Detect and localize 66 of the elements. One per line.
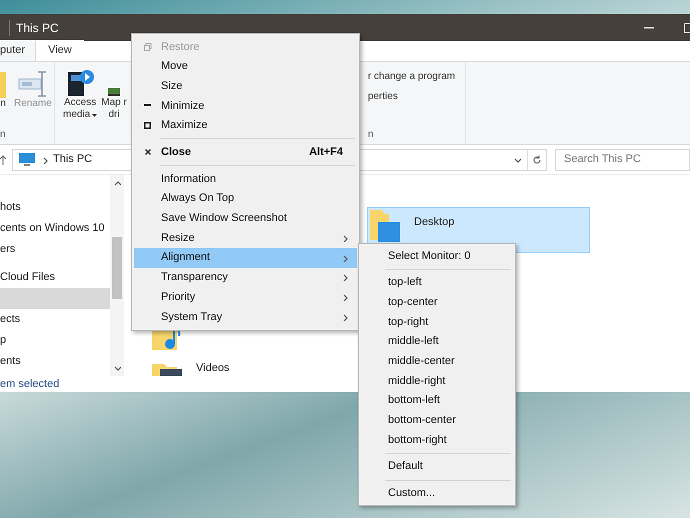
scrollbar[interactable] [110,175,124,376]
ribbon-tab[interactable]: puter [0,40,36,61]
scroll-up-icon [113,179,121,187]
menu-item[interactable]: System Tray [134,306,357,327]
menu-item[interactable]: Custom... [359,484,515,504]
rename-icon [18,70,48,98]
restore-icon [144,42,152,51]
menu-item[interactable]: Information [134,169,357,189]
maximize-icon [144,122,151,130]
status-text: em selected [0,376,60,392]
menu-item[interactable]: top-right [359,312,515,332]
menu-item[interactable]: bottom-left [359,390,515,410]
menu-item[interactable]: Alignment [134,248,357,268]
folder-tile[interactable]: Videos [150,362,270,377]
nav-item[interactable]: hots [0,197,110,218]
nav-item[interactable]: cents on Windows 10 [0,218,110,239]
close-icon [144,149,150,156]
menu-item[interactable]: middle-left [359,332,515,352]
menu-item[interactable]: middle-right [359,371,515,391]
menu-item[interactable]: bottom-right [359,430,515,450]
nav-item[interactable]: p [0,330,110,351]
refresh-icon[interactable] [532,154,542,164]
minimize-icon[interactable] [644,26,654,28]
ribbon-link[interactable]: r change a program [368,70,456,84]
menu-item[interactable]: Priority [134,287,357,307]
menu-item[interactable]: Always On Top [134,188,357,208]
menu-item[interactable]: Minimize [134,96,357,116]
ribbon-button[interactable]: Access media [63,67,98,121]
scroll-down-icon [113,364,121,372]
ribbon-button[interactable]: Map r dri [101,67,127,121]
nav-item[interactable]: ents [0,351,110,372]
menu-item[interactable]: Maximize [134,116,357,136]
menu-item[interactable]: Size [134,76,357,96]
menu-item[interactable]: Transparency [134,268,357,288]
ribbon-group-label: n [368,128,374,142]
nav-item[interactable]: Cloud Files [0,267,110,288]
desktop-folder-icon [368,208,402,244]
caret-icon [92,114,98,116]
ribbon-group-label: n [0,128,7,142]
folder-icon [0,72,6,98]
maximize-icon[interactable] [684,22,690,32]
up-arrow-icon[interactable] [0,154,6,164]
network-drive-icon [108,85,120,97]
computer-icon [19,153,35,166]
scrollbar-thumb[interactable] [112,237,122,299]
menu-item[interactable]: Close Alt+F4 [134,142,357,162]
menu-item[interactable]: Default [359,456,515,477]
menu-item[interactable]: top-left [359,272,515,292]
menu-item[interactable]: top-center [359,292,515,312]
menu-item[interactable]: middle-center [359,351,515,372]
ribbon-link[interactable]: perties [368,90,398,104]
media-server-icon [65,67,96,97]
nav-item[interactable]: ects [0,309,110,330]
menu-item[interactable]: bottom-center [359,410,515,430]
nav-item[interactable]: ers [0,239,110,260]
address-path: This PC [53,152,92,168]
minimize-icon [144,104,151,108]
window-title: This PC [16,20,59,36]
menu-item[interactable]: Resize [134,228,357,248]
menu-item[interactable]: Save Window Screenshot [134,208,357,228]
breadcrumb-chevron-icon [41,156,49,164]
search-field[interactable]: Search This PC [555,148,690,170]
videos-folder-icon [150,362,184,376]
menu-item[interactable]: Move [134,56,357,76]
ribbon-button[interactable]: n [0,72,6,110]
dropdown-icon [513,156,521,164]
